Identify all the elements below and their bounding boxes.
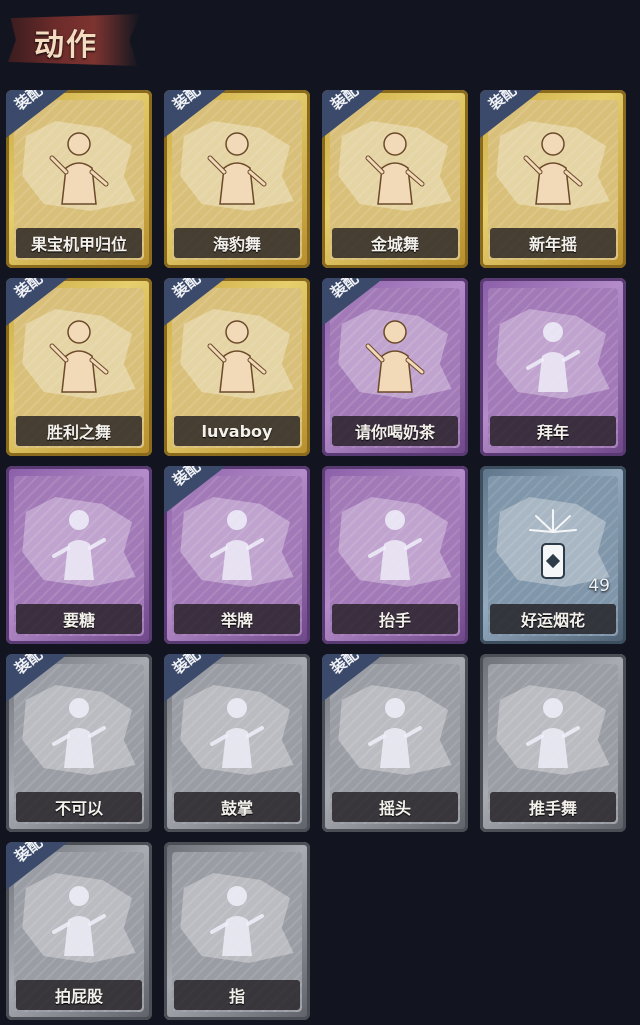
action-name: 要糖 [16,604,142,634]
action-card[interactable]: luvaboy 装配 [164,278,310,456]
action-card[interactable]: 摇头 装配 [322,654,468,832]
action-name: 海豹舞 [174,228,300,258]
action-card[interactable]: 推手舞 [480,654,626,832]
equipped-badge: 装配 [6,842,68,890]
finger-wag-icon [44,692,114,772]
action-name: 好运烟花 [490,604,616,634]
header: 动作 [0,0,640,80]
equipped-badge: 装配 [6,278,68,326]
action-name: 举牌 [174,604,300,634]
equipped-badge: 装配 [480,90,542,138]
pat-bottom-icon [44,880,114,960]
clapping-hands-icon [202,692,272,772]
dancing-figure-icon [202,128,272,208]
reaching-figure-icon [44,504,114,584]
action-name: 鼓掌 [174,792,300,822]
action-name: 指 [174,980,300,1010]
pointing-hand-icon [202,880,272,960]
equipped-badge: 装配 [164,654,226,702]
action-name: 金城舞 [332,228,458,258]
action-card[interactable]: 拍屁股 装配 [6,842,152,1020]
action-card[interactable]: 胜利之舞 装配 [6,278,152,456]
action-name: 摇头 [332,792,458,822]
action-card[interactable]: 49 好运烟花 [480,466,626,644]
shaking-head-icon [360,692,430,772]
action-card[interactable]: 新年摇 装配 [480,90,626,268]
action-card[interactable]: 海豹舞 装配 [164,90,310,268]
equipped-badge: 装配 [164,278,226,326]
holding-sign-icon [202,504,272,584]
action-card[interactable]: 举牌 装配 [164,466,310,644]
action-name: luvaboy [174,416,300,446]
action-card[interactable]: 拜年 [480,278,626,456]
victory-figure-icon [44,316,114,396]
dancing-figure-icon [44,128,114,208]
firework-icon [518,504,588,584]
equipped-badge: 装配 [6,90,68,138]
page-title: 动作 [34,28,98,63]
equipped-badge: 装配 [6,654,68,702]
figure-with-sign-icon [360,316,430,396]
action-name: 不可以 [16,792,142,822]
item-count: 49 [588,576,610,596]
action-card[interactable]: 要糖 [6,466,152,644]
action-name: 新年摇 [490,228,616,258]
equipped-badge: 装配 [322,654,384,702]
action-name: 拍屁股 [16,980,142,1010]
equipped-badge: 装配 [322,90,384,138]
action-name: 拜年 [490,416,616,446]
waving-figure-icon [360,128,430,208]
action-card[interactable]: 请你喝奶茶 装配 [322,278,468,456]
action-card[interactable]: 金城舞 装配 [322,90,468,268]
action-card[interactable]: 鼓掌 装配 [164,654,310,832]
action-name: 抬手 [332,604,458,634]
push-hands-icon [518,692,588,772]
dancing-figure-icon [202,316,272,396]
action-name: 胜利之舞 [16,416,142,446]
action-card[interactable]: 指 [164,842,310,1020]
raising-hand-icon [360,504,430,584]
dancing-figure-icon [518,128,588,208]
bowing-figure-icon [518,316,588,396]
equipped-badge: 装配 [322,278,384,326]
equipped-badge: 装配 [164,90,226,138]
action-name: 请你喝奶茶 [332,416,458,446]
action-name: 推手舞 [490,792,616,822]
action-card[interactable]: 抬手 [322,466,468,644]
equipped-badge: 装配 [164,466,226,514]
action-card[interactable]: 不可以 装配 [6,654,152,832]
action-name: 果宝机甲归位 [16,228,142,258]
action-card[interactable]: 果宝机甲归位 装配 [6,90,152,268]
